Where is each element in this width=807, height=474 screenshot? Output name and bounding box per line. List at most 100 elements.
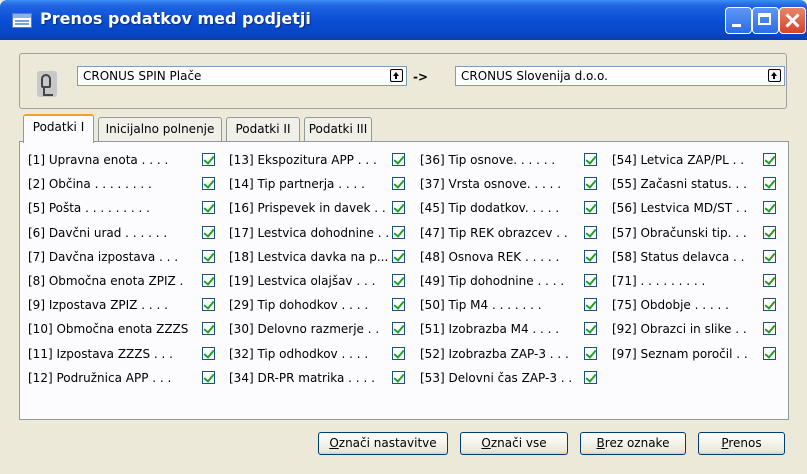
field-label-text: [9] Izpostava ZPIZ . . . . [28,298,168,312]
field-label: [48] Osnova REK . . . . . [420,247,559,267]
field-label-text: [47] Tip REK obrazcev . . [420,226,568,240]
field-label: [92] Obrazci in slike . . [612,319,747,339]
transfer-checkbox[interactable] [763,322,776,335]
transfer-checkbox[interactable] [202,153,215,166]
transfer-checkbox[interactable] [584,226,597,239]
transfer-checkbox[interactable] [763,226,776,239]
field-label-text: [58] Status delavca . . [612,250,745,264]
field-label: [18] Lestvica davka na p... [229,247,388,267]
field-label-text: [50] Tip M4 . . . . . . . [420,298,542,312]
transfer-checkbox[interactable] [763,177,776,190]
maximize-button[interactable] [752,7,779,34]
transfer-button[interactable]: Prenos [698,432,785,455]
transfer-checkbox[interactable] [392,322,405,335]
transfer-checkbox[interactable] [763,298,776,311]
minimize-button[interactable] [725,7,752,34]
transfer-checkbox[interactable] [202,177,215,190]
field-label-text: [16] Prispevek in davek . . [229,201,386,215]
transfer-checkbox[interactable] [392,177,405,190]
transfer-checkbox[interactable] [584,274,597,287]
field-label: [54] Letvica ZAP/PL . . [612,150,744,170]
field-label: [13] Ekspozitura APP . . . [229,150,377,170]
transfer-checkbox[interactable] [763,201,776,214]
transfer-checkbox[interactable] [202,250,215,263]
transfer-checkbox[interactable] [392,250,405,263]
transfer-checkbox[interactable] [202,226,215,239]
target-company-value: CRONUS Slovenija d.o.o. [461,69,608,83]
field-label-text: [48] Osnova REK . . . . . [420,250,560,264]
transfer-checkbox[interactable] [202,371,215,384]
field-label: [45] Tip dodatkov. . . . . [420,198,559,218]
field-label-text: [1] Upravna enota . . . . [28,153,169,167]
transfer-checkbox[interactable] [392,153,405,166]
field-label: [10] Območna enota ZZZS [28,319,188,339]
field-label: [47] Tip REK obrazcev . . [420,223,568,243]
field-label: [17] Lestvica dohodnine . . [229,223,389,243]
transfer-checkbox[interactable] [202,347,215,360]
field-label-text: [5] Pošta . . . . . . . . . [28,201,150,215]
transfer-checkbox[interactable] [763,153,776,166]
hand-icon [37,71,57,97]
field-label-text: [11] Izpostava ZZZS . . . [28,347,173,361]
field-label: [36] Tip osnove. . . . . . [420,150,555,170]
title-bar[interactable]: Prenos podatkov med podjetji [0,0,807,40]
field-label: [51] Izobrazba M4 . . . . [420,319,559,339]
field-label-text: [8] Območna enota ZPIZ . [28,274,184,288]
transfer-checkbox[interactable] [584,322,597,335]
transfer-checkbox[interactable] [392,347,405,360]
tab-podatki-iii[interactable]: Podatki III [304,117,372,141]
transfer-checkbox[interactable] [202,298,215,311]
transfer-checkbox[interactable] [392,298,405,311]
mark-all-button[interactable]: Označi vse [460,432,568,455]
transfer-checkbox[interactable] [392,371,405,384]
window-title: Prenos podatkov med podjetji [40,9,311,28]
field-label-text: [36] Tip osnove. . . . . . [420,153,556,167]
field-label-text: [45] Tip dodatkov. . . . . [420,201,560,215]
transfer-checkbox[interactable] [392,274,405,287]
field-label-text: [56] Lestvica MD/ST . . [612,201,748,215]
transfer-checkbox[interactable] [584,371,597,384]
tab-podatki-i[interactable]: Podatki I [23,114,94,143]
field-label: [57] Obračunski tip. . . [612,223,747,243]
transfer-checkbox[interactable] [584,201,597,214]
transfer-checkbox[interactable] [763,347,776,360]
transfer-checkbox[interactable] [202,201,215,214]
mark-settings-button[interactable]: Označi nastavitve [318,432,448,455]
transfer-checkbox[interactable] [763,274,776,287]
clear-marks-button[interactable]: Brez oznake [580,432,686,455]
field-label: [55] Začasni status. . . [612,174,747,194]
close-button[interactable] [779,7,806,34]
transfer-arrow: -> [413,70,429,84]
transfer-checkbox[interactable] [392,226,405,239]
field-label: [58] Status delavca . . [612,247,745,267]
transfer-checkbox[interactable] [584,153,597,166]
tab-podatki-ii[interactable]: Podatki II [226,117,300,141]
target-company-field[interactable]: CRONUS Slovenija d.o.o. [455,66,785,86]
field-label-text: [6] Davčni urad . . . . . . [28,226,168,240]
transfer-checkbox[interactable] [584,347,597,360]
field-label: [5] Pošta . . . . . . . . . [28,198,150,218]
field-label: [56] Lestvica MD/ST . . [612,198,747,218]
lookup-icon[interactable] [768,69,781,82]
transfer-window: Prenos podatkov med podjetji CRONUS SPIN… [0,0,807,474]
transfer-checkbox[interactable] [763,250,776,263]
field-label: [32] Tip odhodkov . . . . [229,344,368,364]
field-label-text: [49] Tip dohodnine . . . . [420,274,565,288]
transfer-checkbox[interactable] [202,322,215,335]
transfer-checkbox[interactable] [584,177,597,190]
tab-inicijalno-polnenje[interactable]: Inicijalno polnenje [98,117,222,141]
field-label: [49] Tip dohodnine . . . . [420,271,564,291]
field-label-text: [34] DR-PR matrika . . . . [229,371,375,385]
transfer-checkbox[interactable] [392,201,405,214]
transfer-checkbox[interactable] [202,274,215,287]
source-company-field[interactable]: CRONUS SPIN Plače [77,66,407,86]
transfer-checkbox[interactable] [584,298,597,311]
lookup-icon[interactable] [390,69,403,82]
field-label-text: [97] Seznam poročil . . [612,347,748,361]
transfer-checkbox[interactable] [584,250,597,263]
field-label-text: [30] Delovno razmerje . . [229,322,380,336]
field-label: [16] Prispevek in davek . . [229,198,386,218]
field-label: [8] Območna enota ZPIZ . [28,271,183,291]
field-label-text: [51] Izobrazba M4 . . . . [420,322,560,336]
field-label: [6] Davčni urad . . . . . . [28,223,167,243]
